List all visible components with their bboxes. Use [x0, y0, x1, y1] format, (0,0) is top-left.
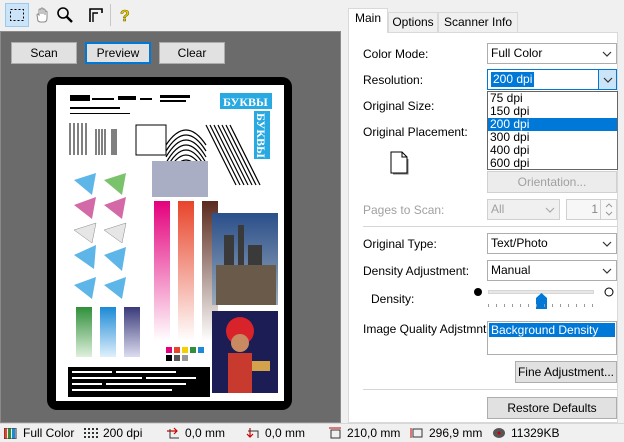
density-slider-ticks [488, 304, 594, 307]
density-min-icon [473, 286, 483, 300]
clear-button[interactable]: Clear [159, 42, 225, 64]
preview-image: БУКВЫ БУКВЫ [56, 85, 284, 401]
orientation-button[interactable]: Orientation... [487, 171, 617, 193]
resolution-dropdown: 75 dpi 150 dpi 200 dpi 300 dpi 400 dpi 6… [487, 91, 618, 170]
help-tool[interactable]: ? [113, 3, 137, 27]
resolution-label: Resolution: [363, 73, 424, 87]
chevron-down-icon [598, 44, 616, 63]
status-size-text: 11329KB [511, 426, 560, 440]
status-width: 210,0 mm [328, 424, 400, 442]
settings-panel: Main Options Scanner Info Color Mode: Fu… [341, 0, 624, 423]
density-adjustment-value: Manual [491, 263, 531, 277]
select-rect-icon [10, 9, 24, 21]
density-max-icon [604, 286, 614, 300]
status-resolution: 200 dpi [84, 424, 142, 442]
tab-scanner-info[interactable]: Scanner Info [438, 12, 518, 32]
dot-grid-icon [84, 427, 98, 439]
chevron-down-icon [598, 70, 616, 89]
preview-frame[interactable]: БУКВЫ БУКВЫ [47, 77, 292, 410]
chevron-down-icon [598, 261, 616, 280]
original-type-label: Original Type: [363, 237, 437, 251]
select-rect-tool[interactable] [5, 3, 29, 27]
svg-text:?: ? [120, 8, 130, 24]
test-chart-image: БУКВЫ БУКВЫ [68, 93, 278, 397]
color-mode-value: Full Color [491, 46, 543, 60]
image-quality-list[interactable]: Background Density [487, 321, 617, 355]
color-mode-label: Color Mode: [363, 47, 429, 61]
status-y-offset: 0,0 mm [246, 424, 305, 442]
divider [363, 226, 617, 227]
hand-icon [36, 7, 48, 23]
x-offset-icon [166, 427, 180, 439]
color-mode-select[interactable]: Full Color [487, 43, 617, 64]
disk-icon [492, 427, 506, 439]
page-count-value: 1 [591, 202, 598, 216]
fine-adjustment-button[interactable]: Fine Adjustment... [515, 361, 617, 383]
page-placement-icon[interactable] [389, 151, 409, 178]
help-icon: ? [120, 8, 130, 24]
preview-panel: Scan Preview Clear БУКВЫ БУКВЫ [0, 31, 341, 423]
status-height: 296,9 mm [410, 424, 482, 442]
divider [363, 389, 617, 390]
preview-button[interactable]: Preview [85, 42, 151, 64]
image-quality-label: Image Quality Adjstmnt: [363, 322, 490, 336]
density-slider[interactable] [488, 283, 594, 309]
image-quality-item[interactable]: Background Density [489, 323, 615, 337]
original-type-value: Text/Photo [491, 236, 548, 250]
status-bar: Full Color 200 dpi 0,0 mm 0,0 mm 210,0 m… [0, 423, 624, 441]
chevron-down-icon [541, 200, 559, 219]
scan-button[interactable]: Scan [11, 42, 77, 64]
toolbar-separator [110, 4, 111, 26]
density-adjustment-select[interactable]: Manual [487, 260, 617, 281]
spinner-arrows-icon[interactable] [600, 200, 616, 219]
status-resolution-text: 200 dpi [103, 426, 143, 440]
original-size-label: Original Size: [363, 99, 435, 113]
resolution-value: 200 dpi [491, 72, 535, 87]
tab-main[interactable]: Main [348, 8, 388, 33]
original-type-select[interactable]: Text/Photo [487, 233, 617, 254]
width-icon [328, 427, 342, 439]
status-y-offset-text: 0,0 mm [265, 426, 306, 440]
status-color-mode: Full Color [4, 424, 74, 442]
density-adjustment-label: Density Adjustment: [363, 264, 470, 278]
resolution-select[interactable]: 200 dpi [487, 69, 617, 90]
crop-tool[interactable] [84, 3, 108, 27]
resolution-option[interactable]: 600 dpi [488, 157, 617, 170]
pages-to-scan-select[interactable]: All [487, 199, 560, 220]
toolbar: ? [0, 0, 341, 31]
zoom-icon [57, 7, 73, 23]
status-x-offset: 0,0 mm [166, 424, 225, 442]
status-width-text: 210,0 mm [347, 426, 401, 440]
sample-cyrillic-side: БУКВЫ [254, 113, 268, 158]
pages-to-scan-value: All [491, 202, 505, 216]
restore-defaults-button[interactable]: Restore Defaults [487, 397, 617, 419]
zoom-tool[interactable] [53, 3, 77, 27]
sample-cyrillic-title: БУКВЫ [223, 95, 268, 109]
original-placement-label: Original Placement: [363, 125, 468, 139]
crop-corner-icon [89, 8, 103, 22]
hand-tool[interactable] [30, 3, 54, 27]
pages-to-scan-label: Pages to Scan: [363, 203, 445, 217]
color-bars-icon [4, 427, 18, 439]
chevron-down-icon [598, 234, 616, 253]
density-label: Density: [371, 292, 415, 306]
status-size: 11329KB [492, 424, 560, 442]
page-count-spinner[interactable]: 1 [566, 199, 617, 220]
status-x-offset-text: 0,0 mm [185, 426, 226, 440]
y-offset-icon [246, 427, 260, 439]
status-height-text: 296,9 mm [429, 426, 483, 440]
height-icon [410, 427, 424, 439]
status-color-mode-text: Full Color [23, 426, 75, 440]
main-tab-content: Color Mode: Full Color Resolution: 200 d… [348, 32, 618, 423]
tab-options[interactable]: Options [388, 12, 438, 32]
